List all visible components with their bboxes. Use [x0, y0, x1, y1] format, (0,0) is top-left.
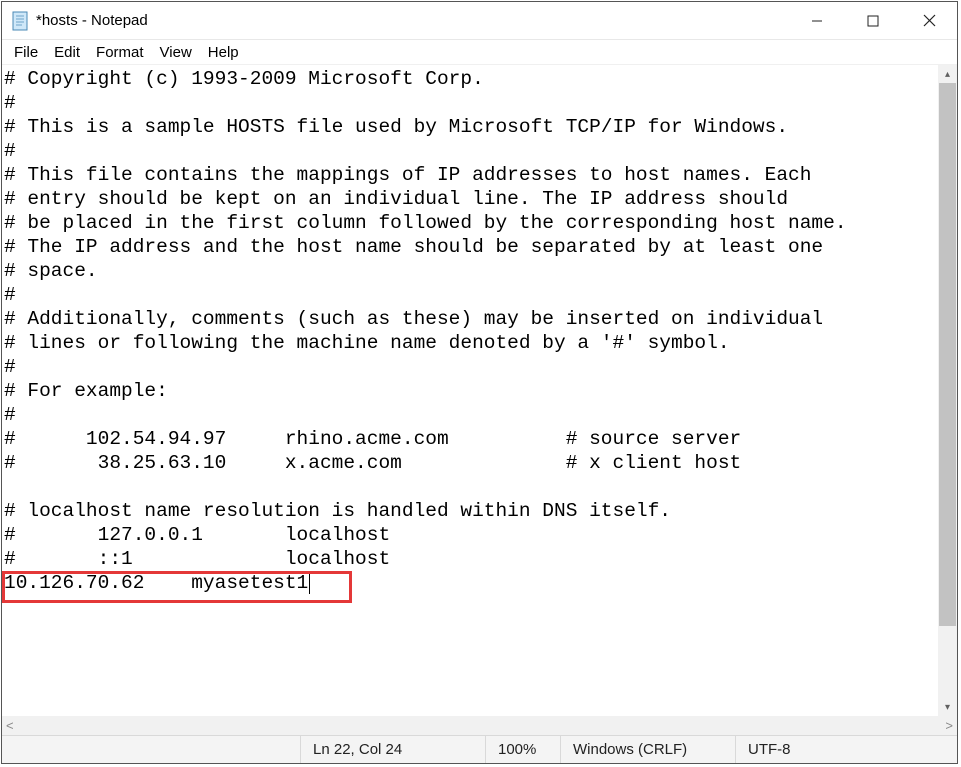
menu-format[interactable]: Format: [88, 42, 152, 63]
text-line: 10.126.70.62 myasetest1: [4, 571, 936, 595]
editor-wrap: # Copyright (c) 1993-2009 Microsoft Corp…: [2, 65, 957, 735]
text-line: #: [4, 355, 936, 379]
text-line: # This file contains the mappings of IP …: [4, 163, 936, 187]
close-button[interactable]: [901, 2, 957, 39]
text-line: #: [4, 91, 936, 115]
text-line: # lines or following the machine name de…: [4, 331, 936, 355]
text-editor[interactable]: # Copyright (c) 1993-2009 Microsoft Corp…: [2, 65, 938, 716]
text-line: # entry should be kept on an individual …: [4, 187, 936, 211]
scroll-right-arrow-icon[interactable]: >: [945, 718, 953, 733]
editor-body: # Copyright (c) 1993-2009 Microsoft Corp…: [2, 65, 957, 716]
text-line: # ::1 localhost: [4, 547, 936, 571]
menubar: File Edit Format View Help: [2, 40, 957, 65]
text-line: # 38.25.63.10 x.acme.com # x client host: [4, 451, 936, 475]
status-encoding: UTF-8: [735, 736, 957, 763]
scroll-left-arrow-icon[interactable]: <: [6, 718, 14, 733]
minimize-button[interactable]: [789, 2, 845, 39]
vertical-scroll-thumb[interactable]: [939, 83, 956, 626]
text-line: # 127.0.0.1 localhost: [4, 523, 936, 547]
menu-view[interactable]: View: [152, 42, 200, 63]
text-line: # Additionally, comments (such as these)…: [4, 307, 936, 331]
menu-help[interactable]: Help: [200, 42, 247, 63]
text-line: #: [4, 139, 936, 163]
text-line: # Copyright (c) 1993-2009 Microsoft Corp…: [4, 67, 936, 91]
text-line: # 102.54.94.97 rhino.acme.com # source s…: [4, 427, 936, 451]
status-empty: [2, 736, 300, 763]
titlebar: *hosts - Notepad: [2, 2, 957, 40]
window-controls: [789, 2, 957, 39]
scroll-down-arrow-icon[interactable]: ▾: [938, 698, 957, 716]
text-line: [4, 475, 936, 499]
text-line: #: [4, 283, 936, 307]
statusbar: Ln 22, Col 24 100% Windows (CRLF) UTF-8: [2, 735, 957, 763]
scroll-up-arrow-icon[interactable]: ▴: [938, 65, 957, 83]
menu-edit[interactable]: Edit: [46, 42, 88, 63]
status-position: Ln 22, Col 24: [300, 736, 485, 763]
status-zoom: 100%: [485, 736, 560, 763]
vertical-scrollbar[interactable]: ▴ ▾: [938, 65, 957, 716]
text-caret: [309, 574, 310, 594]
text-line: # space.: [4, 259, 936, 283]
menu-file[interactable]: File: [6, 42, 46, 63]
window: *hosts - Notepad File Edit Format View H…: [1, 1, 958, 764]
text-line: #: [4, 403, 936, 427]
notepad-icon: [12, 11, 28, 31]
window-title: *hosts - Notepad: [36, 12, 789, 29]
maximize-button[interactable]: [845, 2, 901, 39]
text-line: # be placed in the first column followed…: [4, 211, 936, 235]
status-line-ending: Windows (CRLF): [560, 736, 735, 763]
horizontal-scrollbar[interactable]: < >: [2, 716, 957, 735]
text-line: # This is a sample HOSTS file used by Mi…: [4, 115, 936, 139]
text-line: # localhost name resolution is handled w…: [4, 499, 936, 523]
text-line: # The IP address and the host name shoul…: [4, 235, 936, 259]
text-line: # For example:: [4, 379, 936, 403]
